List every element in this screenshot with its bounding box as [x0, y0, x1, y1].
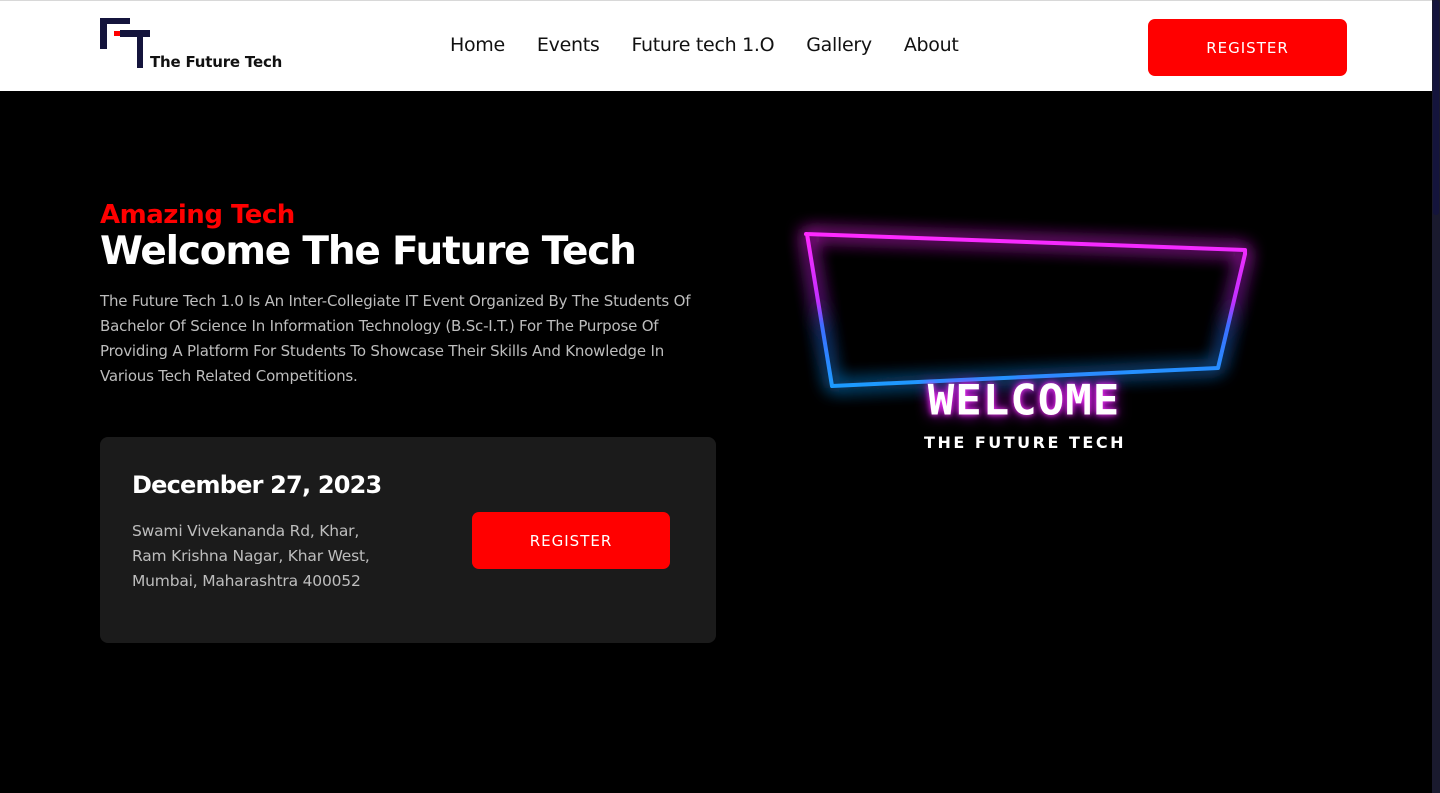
banner-title: WELCOME	[927, 376, 1121, 425]
nav-about[interactable]: About	[904, 34, 959, 56]
banner-subtitle: THE FUTURE TECH	[924, 433, 1126, 452]
nav-future-tech[interactable]: Future tech 1.O	[631, 34, 774, 56]
nav-home[interactable]: Home	[450, 34, 505, 56]
address-line: Mumbai, Maharashtra 400052	[132, 572, 361, 590]
main-nav: Home Events Future tech 1.O Gallery Abou…	[450, 34, 991, 56]
header-register-button[interactable]: REGISTER	[1148, 19, 1347, 76]
event-info-card: December 27, 2023 Swami Vivekananda Rd, …	[100, 437, 716, 643]
address-line: Swami Vivekananda Rd, Khar,	[132, 522, 360, 540]
card-register-button[interactable]: REGISTER	[472, 512, 670, 569]
address-line: Ram Krishna Nagar, Khar West,	[132, 547, 370, 565]
brand-name: The Future Tech	[150, 53, 283, 71]
nav-events[interactable]: Events	[537, 34, 600, 56]
event-date: December 27, 2023	[132, 471, 382, 499]
hero-description: The Future Tech 1.0 Is An Inter-Collegia…	[100, 292, 691, 385]
ft-logo-icon	[100, 18, 150, 68]
scrollbar-thumb[interactable]	[1433, 0, 1439, 215]
hero-section: Amazing Tech Welcome The Future Tech The…	[0, 91, 1432, 793]
nav-gallery[interactable]: Gallery	[806, 34, 872, 56]
hero-headline: Welcome The Future Tech	[100, 229, 637, 274]
hero-eyebrow: Amazing Tech	[100, 200, 295, 230]
event-address: Swami Vivekananda Rd, Khar, Ram Krishna …	[132, 519, 370, 594]
site-header: The Future Tech Home Events Future tech …	[0, 0, 1432, 91]
site-logo[interactable]: The Future Tech	[100, 18, 290, 72]
